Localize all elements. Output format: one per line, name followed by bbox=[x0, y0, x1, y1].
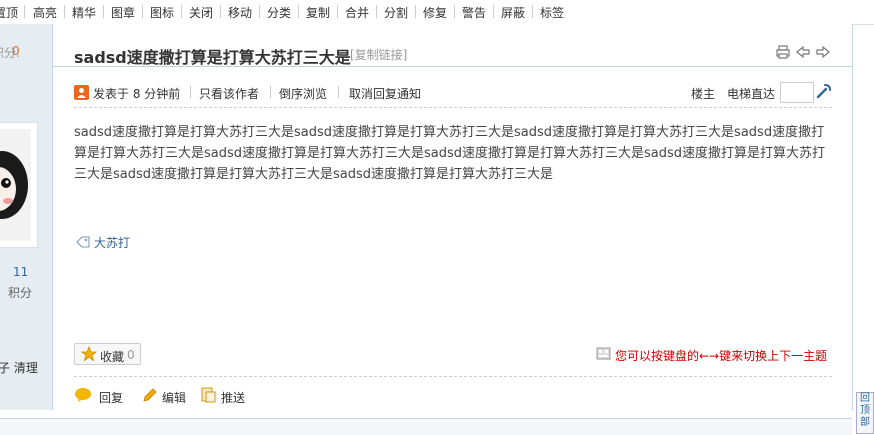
keyboard-icon bbox=[596, 346, 611, 361]
toolbar-divider bbox=[181, 5, 182, 18]
back-to-top-label: 回顶部 bbox=[860, 393, 870, 428]
post-title: sadsd速度撒打算是打算大苏打三大是 bbox=[74, 48, 351, 67]
print-icon[interactable] bbox=[775, 44, 791, 60]
toolbar-repair[interactable]: 修复 bbox=[423, 4, 447, 21]
edit-link[interactable]: 编辑 bbox=[162, 389, 186, 406]
sidebar-points-value: 0 bbox=[12, 44, 20, 58]
toolbar-block[interactable]: 屏蔽 bbox=[501, 4, 525, 21]
star-icon bbox=[80, 345, 98, 365]
reply-icon[interactable] bbox=[74, 387, 92, 406]
prev-thread-icon[interactable] bbox=[795, 44, 811, 60]
toolbar-split[interactable]: 分割 bbox=[384, 4, 408, 21]
sidebar-bottom-links[interactable]: 子 清理 bbox=[0, 359, 38, 376]
toolbar-tag[interactable]: 标签 bbox=[540, 4, 564, 21]
toolbar-divider bbox=[415, 5, 416, 18]
toolbar-divider bbox=[454, 5, 455, 18]
toolbar-merge[interactable]: 合并 bbox=[345, 4, 369, 21]
post-time: 发表于 8 分钟前 bbox=[93, 87, 181, 101]
elevator-go-icon[interactable] bbox=[815, 82, 833, 100]
favorite-button[interactable]: 收藏 0 bbox=[74, 343, 141, 365]
toolbar-digest[interactable]: 精华 bbox=[72, 4, 96, 21]
favorite-count: 0 bbox=[127, 348, 135, 362]
toolbar-divider bbox=[298, 5, 299, 18]
meta-divider bbox=[190, 86, 191, 98]
actions-divider bbox=[74, 376, 832, 377]
elevator-input[interactable] bbox=[780, 82, 814, 103]
avatar[interactable] bbox=[0, 129, 31, 241]
next-post-strip bbox=[0, 418, 852, 435]
toolbar-divider bbox=[64, 5, 65, 18]
tag-icon bbox=[76, 235, 90, 249]
recommend-icon[interactable] bbox=[200, 387, 216, 406]
avatar-frame bbox=[0, 122, 38, 248]
sidebar-stat-value[interactable]: 11 bbox=[13, 265, 28, 279]
floor-label: 楼主 bbox=[691, 87, 716, 101]
meta-divider bbox=[338, 86, 339, 98]
keyboard-hint: 您可以按键盘的←→键来切换上下一主题 bbox=[615, 349, 828, 363]
elevator-label: 电梯直达 bbox=[727, 87, 776, 101]
toolbar-divider bbox=[376, 5, 377, 18]
toolbar-copy[interactable]: 复制 bbox=[306, 4, 330, 21]
toolbar-close[interactable]: 关闭 bbox=[189, 4, 213, 21]
toolbar-sticky[interactable]: 置顶 bbox=[0, 4, 18, 21]
toolbar-divider bbox=[259, 5, 260, 18]
toolbar-category[interactable]: 分类 bbox=[267, 4, 291, 21]
toolbar-divider bbox=[493, 5, 494, 18]
toolbar-divider bbox=[24, 5, 25, 18]
only-author-link[interactable]: 只看该作者 bbox=[199, 85, 259, 102]
author-sidebar: 积分: 0 11 积分 子 清理 bbox=[0, 24, 53, 410]
edit-icon[interactable] bbox=[142, 387, 158, 406]
toolbar-stamp[interactable]: 图章 bbox=[111, 4, 135, 21]
toolbar-warn[interactable]: 警告 bbox=[462, 4, 486, 21]
post-right-border bbox=[852, 24, 853, 410]
toolbar-divider bbox=[142, 5, 143, 18]
toolbar-divider bbox=[103, 5, 104, 18]
favorite-label: 收藏 bbox=[100, 350, 125, 364]
meta-divider bbox=[270, 86, 271, 98]
toolbar-move[interactable]: 移动 bbox=[228, 4, 252, 21]
sidebar-stat-label: 积分 bbox=[8, 286, 33, 300]
toolbar-divider bbox=[220, 5, 221, 18]
meta-divider-line bbox=[74, 107, 832, 108]
tag-link[interactable]: 大苏打 bbox=[94, 234, 130, 251]
toolbar-highlight[interactable]: 高亮 bbox=[33, 4, 57, 21]
cancel-notify-link[interactable]: 取消回复通知 bbox=[349, 85, 421, 102]
recommend-link[interactable]: 推送 bbox=[221, 389, 245, 406]
toolbar-divider bbox=[532, 5, 533, 18]
online-status-icon bbox=[74, 85, 89, 100]
back-to-top-button[interactable]: 回顶部 bbox=[856, 392, 874, 434]
toolbar-divider bbox=[337, 5, 338, 18]
avatar-image bbox=[0, 129, 31, 241]
next-thread-icon[interactable] bbox=[815, 44, 831, 60]
toolbar-icon[interactable]: 图标 bbox=[150, 4, 174, 21]
reply-link[interactable]: 回复 bbox=[99, 389, 123, 406]
copy-link[interactable]: [复制链接] bbox=[350, 46, 407, 63]
post-content: sadsd速度撒打算是打算大苏打三大是sadsd速度撒打算是打算大苏打三大是sa… bbox=[74, 125, 826, 182]
moderation-toolbar: 置顶 高亮 精华 图章 图标 关闭 移动 分类 复制 合并 分割 修复 警告 屏… bbox=[0, 0, 874, 25]
reverse-order-link[interactable]: 倒序浏览 bbox=[279, 85, 327, 102]
